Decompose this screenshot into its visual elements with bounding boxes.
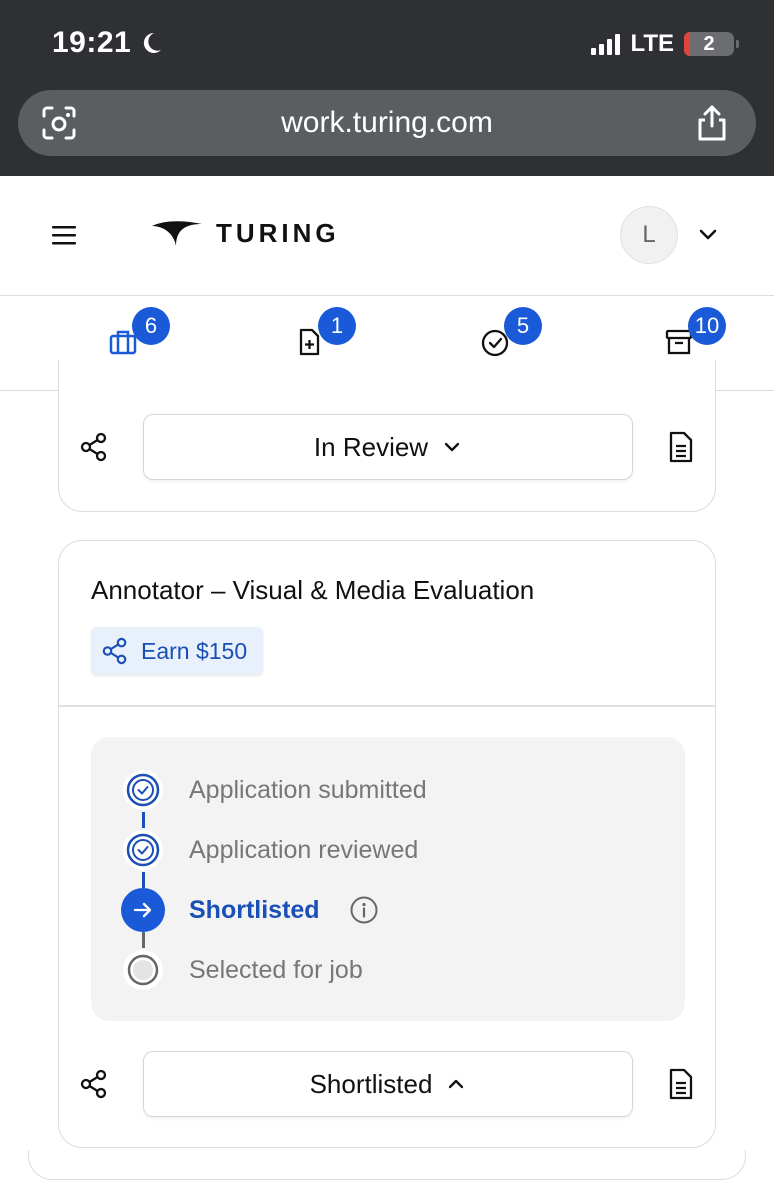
step-done-icon bbox=[123, 830, 163, 870]
logo-text: TURING bbox=[216, 217, 340, 248]
referral-earn-label: Earn $150 bbox=[141, 637, 248, 664]
step-connector bbox=[142, 812, 145, 828]
status-dropdown-label: In Review bbox=[313, 431, 429, 462]
application-progress: Application submitted Application review… bbox=[91, 737, 685, 1021]
turing-logo[interactable]: TURING bbox=[150, 216, 340, 250]
card-action-row: Shortlisted bbox=[59, 1051, 715, 1117]
step-label: Selected for job bbox=[189, 956, 363, 984]
document-icon[interactable] bbox=[667, 431, 695, 463]
share-icon[interactable] bbox=[79, 432, 109, 462]
job-title: Annotator – Visual & Media Evaluation bbox=[91, 575, 535, 605]
step-pending-icon bbox=[123, 950, 163, 990]
progress-step-submitted: Application submitted bbox=[91, 768, 685, 812]
status-indicators: LTE 2 bbox=[591, 30, 739, 58]
card-action-row: In Review bbox=[59, 414, 715, 480]
url-text: work.turing.com bbox=[281, 106, 493, 139]
avatar-initial: L bbox=[642, 221, 656, 248]
status-time: 19:21 bbox=[52, 26, 163, 60]
avatar[interactable]: L bbox=[620, 206, 678, 264]
tab-badge: 6 bbox=[132, 307, 170, 345]
job-card: Annotator – Visual & Media Evaluation Ea… bbox=[58, 540, 716, 1148]
browser-chrome: 19:21 LTE 2 work.turing.com bbox=[0, 0, 774, 176]
status-dropdown-label: Shortlisted bbox=[309, 1068, 433, 1099]
step-label-current: Shortlisted bbox=[189, 896, 320, 924]
url-bar[interactable]: work.turing.com bbox=[18, 90, 756, 156]
document-icon[interactable] bbox=[667, 1068, 695, 1100]
moon-icon bbox=[144, 32, 162, 53]
step-connector bbox=[142, 932, 145, 948]
battery-icon: 2 bbox=[684, 32, 739, 56]
progress-step-selected: Selected for job bbox=[91, 948, 685, 992]
battery-level: 2 bbox=[703, 32, 715, 55]
tab-badge: 10 bbox=[688, 307, 726, 345]
step-done-icon bbox=[123, 770, 163, 810]
share-sheet-icon[interactable] bbox=[694, 104, 730, 142]
status-dropdown[interactable]: In Review bbox=[143, 414, 633, 480]
turing-logo-mark-icon bbox=[152, 221, 202, 246]
referral-earn-button[interactable]: Earn $150 bbox=[91, 627, 264, 675]
status-time-text: 19:21 bbox=[52, 26, 132, 59]
app-header: TURING L bbox=[0, 176, 774, 296]
chevron-up-icon bbox=[449, 1079, 464, 1089]
step-connector bbox=[142, 872, 145, 888]
share-icon[interactable] bbox=[79, 1069, 109, 1099]
hamburger-menu-icon[interactable] bbox=[50, 222, 78, 248]
job-card-previous: In Review bbox=[58, 360, 716, 512]
card-divider bbox=[59, 705, 715, 707]
lens-camera-icon[interactable] bbox=[40, 104, 78, 142]
network-label: LTE bbox=[630, 30, 674, 57]
chevron-down-icon bbox=[444, 442, 460, 452]
progress-step-reviewed: Application reviewed bbox=[91, 828, 685, 872]
chevron-down-icon[interactable] bbox=[696, 222, 720, 246]
list-container-border bbox=[28, 1150, 746, 1180]
tab-badge: 5 bbox=[504, 307, 542, 345]
signal-icon bbox=[591, 33, 621, 55]
share-icon bbox=[102, 637, 127, 665]
arrow-right-icon bbox=[121, 888, 165, 932]
info-icon[interactable] bbox=[349, 895, 379, 925]
status-dropdown[interactable]: Shortlisted bbox=[143, 1051, 633, 1117]
progress-step-shortlisted: Shortlisted bbox=[91, 888, 685, 932]
step-label: Application reviewed bbox=[189, 836, 419, 864]
step-label: Application submitted bbox=[189, 776, 427, 804]
tab-badge: 1 bbox=[318, 307, 356, 345]
